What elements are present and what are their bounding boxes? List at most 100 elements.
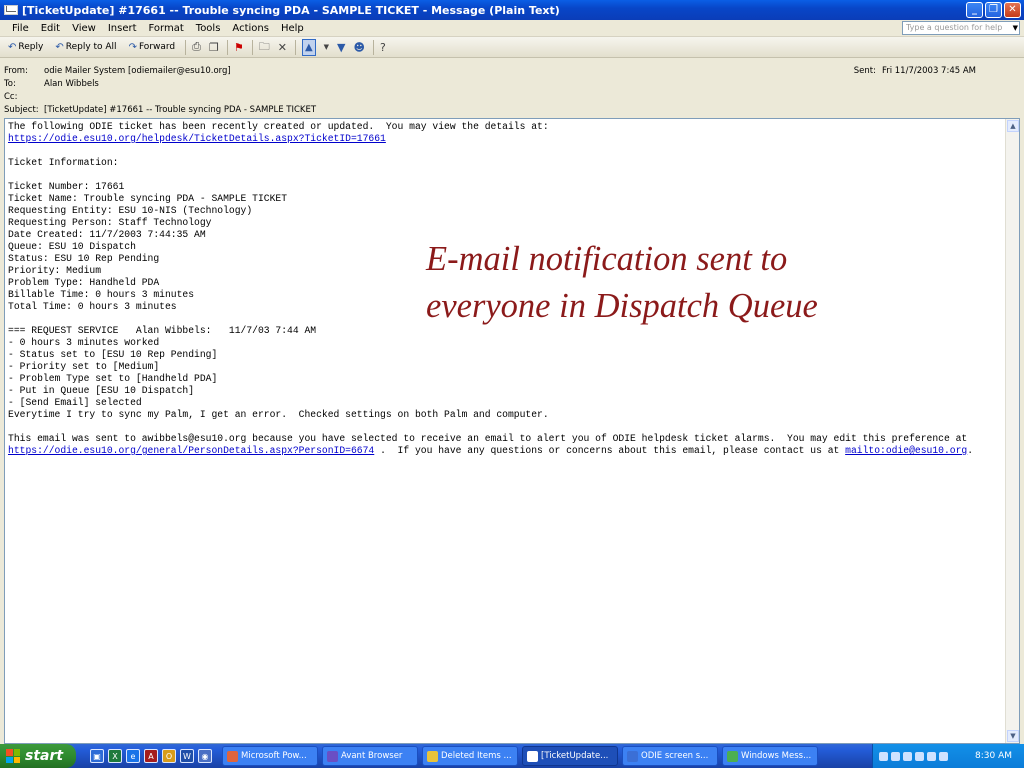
excel-icon[interactable]: X bbox=[108, 749, 122, 763]
quick-launch: ▣ X e A O W ◉ bbox=[76, 749, 222, 763]
desktop-icon[interactable]: ▣ bbox=[90, 749, 104, 763]
subject-label: Subject: bbox=[4, 105, 39, 115]
ticket-line: Status: ESU 10 Rep Pending bbox=[8, 253, 160, 264]
address-book-icon[interactable]: ☻ bbox=[354, 41, 365, 54]
start-button[interactable]: start bbox=[0, 744, 76, 768]
task-label: [TicketUpdate... bbox=[541, 751, 609, 761]
footer-text: . bbox=[967, 445, 974, 456]
ticket-line: Total Time: 0 hours 3 minutes bbox=[8, 301, 177, 312]
task-ticket-update[interactable]: [TicketUpdate... bbox=[522, 746, 618, 766]
close-button[interactable]: ✕ bbox=[1004, 2, 1021, 18]
window-titlebar[interactable]: [TicketUpdate] #17661 -- Trouble syncing… bbox=[0, 0, 1024, 20]
subject-row: Subject: [TicketUpdate] #17661 -- Troubl… bbox=[4, 105, 316, 115]
access-icon[interactable]: A bbox=[144, 749, 158, 763]
outlook-icon bbox=[427, 750, 438, 762]
menu-edit[interactable]: Edit bbox=[41, 23, 60, 34]
previous-item-button[interactable]: ▲ bbox=[301, 38, 316, 56]
reply-button[interactable]: ↶ Reply bbox=[6, 39, 45, 56]
toolbar-separator bbox=[185, 39, 187, 55]
reply-all-label: Reply to All bbox=[65, 42, 117, 52]
reply-icon: ↶ bbox=[8, 41, 17, 53]
toolbar: ↶ Reply ↶ Reply to All ↷ Forward ⎙ ❐ ⚑ 🗀… bbox=[0, 37, 1024, 58]
intro-text: The following ODIE ticket has been recen… bbox=[8, 121, 549, 132]
tray-expand-icon[interactable] bbox=[879, 751, 888, 761]
toolbar-separator bbox=[294, 39, 296, 55]
reply-all-icon: ↶ bbox=[55, 41, 64, 53]
ticket-line: Priority: Medium bbox=[8, 265, 102, 276]
cc-label: Cc: bbox=[4, 92, 18, 102]
to-row: To: Alan Wibbels bbox=[4, 79, 99, 89]
windows-logo-icon bbox=[6, 749, 20, 763]
window-controls: _ ❐ ✕ bbox=[966, 2, 1021, 18]
vertical-scrollbar[interactable]: ▲ ▼ bbox=[1005, 119, 1019, 743]
chevron-down-icon[interactable]: ▼ bbox=[324, 43, 329, 51]
copy-icon[interactable]: ❐ bbox=[209, 41, 219, 54]
restore-button[interactable]: ❐ bbox=[985, 2, 1002, 18]
request-line: - Put in Queue [ESU 10 Dispatch] bbox=[8, 385, 195, 396]
request-line: - Problem Type set to [Handheld PDA] bbox=[8, 373, 218, 384]
person-details-link[interactable]: https://odie.esu10.org/general/PersonDet… bbox=[8, 445, 374, 456]
mailto-link[interactable]: mailto:odie@esu10.org bbox=[845, 445, 967, 456]
powerpoint-icon bbox=[227, 750, 238, 762]
network-icon[interactable] bbox=[891, 751, 900, 761]
sent-value: Fri 11/7/2003 7:45 AM bbox=[881, 66, 976, 76]
from-value[interactable]: odie Mailer System [odiemailer@esu10.org… bbox=[44, 66, 231, 76]
scroll-down-icon[interactable]: ▼ bbox=[1007, 730, 1019, 742]
task-label: Windows Mess... bbox=[741, 751, 812, 761]
task-deleted-items[interactable]: Deleted Items ... bbox=[422, 746, 518, 766]
chevron-down-icon[interactable]: ▼ bbox=[1013, 22, 1018, 34]
outlook-icon[interactable]: O bbox=[162, 749, 176, 763]
help-search-input[interactable]: Type a question for help ▼ bbox=[902, 21, 1020, 35]
browser-icon[interactable]: ◉ bbox=[198, 749, 212, 763]
reply-all-button[interactable]: ↶ Reply to All bbox=[53, 39, 118, 56]
forward-button[interactable]: ↷ Forward bbox=[127, 39, 178, 56]
toolbar-separator bbox=[372, 39, 374, 55]
message-body[interactable]: The following ODIE ticket has been recen… bbox=[4, 118, 1020, 744]
menu-format[interactable]: Format bbox=[149, 23, 184, 34]
scroll-up-icon[interactable]: ▲ bbox=[1007, 120, 1019, 132]
ticket-line: Requesting Entity: ESU 10-NIS (Technolog… bbox=[8, 205, 253, 216]
to-value[interactable]: Alan Wibbels bbox=[44, 79, 99, 89]
footer-text: . If you have any questions or concerns … bbox=[374, 445, 846, 456]
task-odie-screen[interactable]: ODIE screen s... bbox=[622, 746, 718, 766]
help-placeholder: Type a question for help bbox=[906, 23, 1003, 32]
word-icon bbox=[627, 750, 638, 762]
request-line: - Status set to [ESU 10 Rep Pending] bbox=[8, 349, 218, 360]
ie-icon[interactable]: e bbox=[126, 749, 140, 763]
minimize-button[interactable]: _ bbox=[966, 2, 983, 18]
ticket-line: Billable Time: 0 hours 3 minutes bbox=[8, 289, 195, 300]
menu-help[interactable]: Help bbox=[281, 23, 304, 34]
menu-file[interactable]: File bbox=[12, 23, 29, 34]
bluetooth-icon[interactable] bbox=[927, 751, 936, 761]
clock[interactable]: 8:30 AM bbox=[975, 751, 1012, 761]
help-icon[interactable]: ? bbox=[380, 41, 386, 54]
ticket-line: Date Created: 11/7/2003 7:44:35 AM bbox=[8, 229, 206, 240]
annotation-line: everyone in Dispatch Queue bbox=[426, 287, 818, 325]
ticket-details-link[interactable]: https://odie.esu10.org/helpdesk/TicketDe… bbox=[8, 133, 386, 144]
task-avant-browser[interactable]: Avant Browser bbox=[322, 746, 418, 766]
envelope-icon bbox=[527, 750, 538, 762]
word-icon[interactable]: W bbox=[180, 749, 194, 763]
menu-view[interactable]: View bbox=[72, 23, 96, 34]
move-folder-icon[interactable]: 🗀 bbox=[259, 38, 270, 57]
task-label: ODIE screen s... bbox=[641, 751, 709, 761]
volume-icon[interactable] bbox=[903, 751, 912, 761]
signal-icon[interactable] bbox=[939, 751, 948, 761]
delete-icon[interactable]: ✕ bbox=[278, 41, 287, 54]
flag-icon[interactable]: ⚑ bbox=[234, 41, 244, 54]
menu-tools[interactable]: Tools bbox=[196, 23, 221, 34]
task-windows-messenger[interactable]: Windows Mess... bbox=[722, 746, 818, 766]
menu-insert[interactable]: Insert bbox=[108, 23, 137, 34]
avant-browser-icon bbox=[327, 750, 338, 762]
down-arrow-icon[interactable]: ▼ bbox=[337, 41, 345, 54]
system-tray: 8:30 AM bbox=[872, 744, 1024, 768]
ticket-line: Requesting Person: Staff Technology bbox=[8, 217, 212, 228]
task-powerpoint[interactable]: Microsoft Pow... bbox=[222, 746, 318, 766]
menu-actions[interactable]: Actions bbox=[232, 23, 269, 34]
print-icon[interactable]: ⎙ bbox=[192, 40, 201, 54]
request-line: - 0 hours 3 minutes worked bbox=[8, 337, 160, 348]
annotation-line: E-mail notification sent to bbox=[426, 240, 788, 278]
antivirus-icon[interactable] bbox=[915, 751, 924, 761]
up-arrow-icon: ▲ bbox=[304, 41, 313, 53]
reply-label: Reply bbox=[18, 42, 44, 52]
